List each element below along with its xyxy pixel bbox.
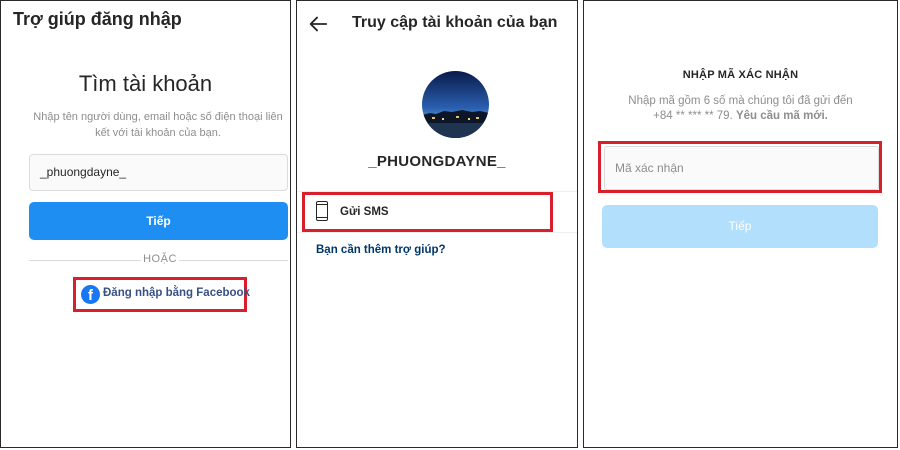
login-help-panel: Trợ giúp đăng nhập Tìm tài khoản Nhập tê…	[0, 0, 291, 448]
divider-left	[29, 260, 141, 261]
verification-code-panel: NHẬP MÃ XÁC NHẬN Nhập mã gồm 6 số mà chú…	[583, 0, 898, 448]
masked-phone: +84 ** *** ** 79.	[653, 110, 733, 122]
or-label: HOẶC	[143, 253, 177, 265]
next-button[interactable]: Tiếp	[29, 202, 288, 240]
send-sms-highlight	[302, 192, 553, 232]
page-title: Trợ giúp đăng nhập	[13, 9, 182, 29]
back-arrow-icon[interactable]	[307, 13, 329, 35]
divider	[297, 232, 577, 233]
verification-description: Nhập mã gồm 6 số mà chúng tôi đã gửi đến	[628, 95, 853, 107]
find-account-description: Nhập tên người dùng, email hoặc số điện …	[33, 111, 283, 139]
facebook-login-link[interactable]: Đăng nhập bằng Facebook	[103, 287, 250, 299]
avatar	[422, 71, 489, 138]
divider-right	[179, 260, 288, 261]
facebook-icon: f	[81, 285, 100, 304]
next-button-disabled[interactable]: Tiếp	[602, 205, 878, 248]
username-input[interactable]: _phuongdayne_	[29, 154, 288, 191]
code-input-highlight	[598, 141, 882, 193]
need-help-link[interactable]: Bạn cần thêm trợ giúp?	[316, 244, 446, 256]
account-access-panel: Truy cập tài khoản của bạn _PHUONGDAYNE_…	[296, 0, 578, 448]
resend-code-link[interactable]: Yêu cầu mã mới.	[736, 110, 828, 122]
verification-title: NHẬP MÃ XÁC NHẬN	[682, 69, 799, 81]
page-title: Truy cập tài khoản của bạn	[352, 14, 558, 31]
verification-description-line2: +84 ** *** ** 79. Yêu cầu mã mới.	[584, 110, 897, 122]
find-account-title: Tìm tài khoản	[78, 71, 213, 96]
account-username: _PHUONGDAYNE_	[368, 153, 506, 170]
